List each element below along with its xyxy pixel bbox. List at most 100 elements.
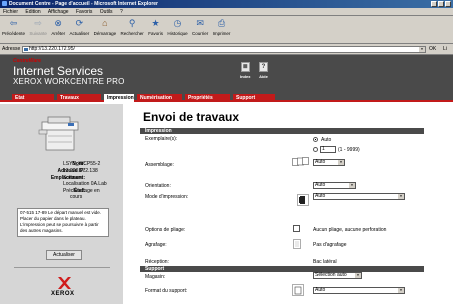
ip-value: 13.220.172.138 (63, 168, 98, 174)
refresh-browser-button[interactable]: ⟳ Actualiser (69, 18, 89, 36)
help-icon: ? (259, 62, 268, 72)
chevron-down-icon: ▼ (398, 288, 404, 293)
printer-image (38, 116, 79, 151)
sidebar: Nom: LSYS_WCP55-2 Adresse IP: 13.220.172… (0, 104, 123, 304)
stop-icon: ⊗ (54, 18, 62, 28)
copies-input[interactable]: 1 (320, 146, 336, 153)
chevron-down-icon: ▼ (349, 183, 355, 188)
status-message-box: 07-515 17-89 Le départ manuel est vide. … (17, 208, 109, 237)
mail-label: Courrier (192, 31, 209, 36)
printer-icon: ⎙ (217, 18, 226, 28)
search-label: Rechercher (120, 31, 144, 36)
product-title: Internet Services (13, 64, 104, 78)
address-dropdown-icon[interactable]: ▼ (419, 47, 425, 52)
copies-number-radio[interactable] (313, 147, 318, 152)
address-label: Adresse (2, 46, 21, 52)
mail-button[interactable]: ✉ Courrier (192, 18, 208, 36)
collation-label: Assemblage: (145, 162, 174, 168)
main-content: Envoi de travaux Impression Exemplaire(s… (140, 104, 453, 304)
xerox-wordmark: XEROX (51, 291, 75, 297)
ie-icon (2, 1, 7, 6)
media-size-select[interactable]: Auto ▼ (313, 287, 405, 294)
location-value-2: Localisation 0A.Lab (63, 181, 107, 187)
tray-value: Sélection auto (315, 272, 347, 278)
close-button[interactable] (445, 1, 451, 7)
state-value-2: cours (70, 194, 83, 200)
menu-help[interactable]: ? (120, 9, 123, 15)
media-size-label: Format du support: (145, 288, 188, 294)
back-button[interactable]: ⇦ Précédente (2, 18, 25, 36)
copies-range: (1 - 9999) (338, 147, 360, 153)
menu-bar: Fichier Edition Affichage Favoris Outils… (0, 8, 453, 16)
tab-bar: Etat Travaux Impression Numérisation Pro… (0, 92, 453, 102)
go-button[interactable]: OK (429, 44, 436, 55)
collation-value: Auto (315, 159, 326, 165)
search-button[interactable]: ⚲ Rechercher (121, 18, 144, 36)
orientation-label: Orientation: (145, 183, 171, 189)
refresh-icon: ⟳ (75, 18, 84, 28)
back-label: Précédente (2, 31, 26, 36)
stapling-label: Agrafage: (145, 242, 167, 248)
media-size-icon (292, 284, 304, 296)
index-link[interactable]: ≣ Index (240, 62, 250, 79)
tab-numerisation[interactable]: Numérisation (137, 94, 182, 102)
xerox-x-logo-icon (58, 277, 71, 289)
menu-edition[interactable]: Edition (25, 9, 40, 15)
forward-label: Suivante (29, 31, 47, 36)
folding-option-box[interactable] (293, 225, 300, 232)
tab-travaux[interactable]: Travaux (57, 94, 101, 102)
links-button[interactable]: Li (443, 44, 447, 55)
folding-value: Aucun pliage, aucune perforation (313, 227, 387, 233)
forward-button[interactable]: ⇨ Suivante (29, 18, 47, 36)
stapling-icon (293, 239, 301, 249)
history-icon: ◷ (173, 18, 182, 28)
home-label: Démarrage (93, 31, 117, 36)
tab-etat[interactable]: Etat (12, 94, 54, 102)
tab-impression[interactable]: Impression (104, 94, 134, 102)
orientation-select[interactable]: Auto ▼ (313, 182, 356, 189)
tray-label: Magasin: (145, 274, 166, 280)
tab-support[interactable]: Support (233, 94, 275, 102)
help-label: Aide (259, 74, 268, 79)
page-title: Envoi de travaux (143, 110, 240, 124)
minimize-button[interactable] (431, 1, 437, 7)
media-size-value: Auto (315, 287, 326, 293)
menu-fichier[interactable]: Fichier (3, 9, 18, 15)
stop-button[interactable]: ⊗ Arrêter (51, 18, 65, 36)
model-name: XEROX WORKCENTRE PRO (13, 77, 125, 86)
print-mode-select[interactable]: Auto ▼ (313, 193, 405, 200)
actualiser-button[interactable]: Actualiser (46, 250, 82, 260)
window-titlebar: Document Centre - Page d'accueil - Micro… (0, 0, 453, 8)
favorites-button[interactable]: ★ Favoris (148, 18, 163, 36)
collation-icon (292, 157, 309, 166)
print-button[interactable]: ⎙ Imprimer (213, 18, 231, 36)
receipt-label: Réception: (145, 259, 169, 265)
collation-select[interactable]: Auto ▼ (313, 159, 345, 166)
history-label: Historique (167, 31, 188, 36)
search-icon: ⚲ (128, 18, 136, 28)
address-url: http://13.220.172.95/ (29, 46, 75, 52)
help-link[interactable]: ? Aide (259, 62, 268, 79)
print-mode-icon (297, 194, 309, 206)
folding-label: Options de pliage: (145, 227, 186, 233)
print-label: Imprimer (212, 31, 231, 36)
tab-proprietes[interactable]: Propriétés (185, 94, 230, 102)
print-mode-value: Auto (315, 193, 326, 199)
copies-auto-label: Auto (321, 137, 332, 143)
menu-favoris[interactable]: Favoris (76, 9, 92, 15)
name-value: LSYS_WCP55-2 (63, 161, 101, 167)
mail-icon: ✉ (196, 18, 204, 28)
stop-label: Arrêter (51, 31, 66, 36)
chevron-down-icon: ▼ (398, 194, 404, 199)
page-icon (24, 48, 28, 51)
print-mode-label: Mode d'impression: (145, 194, 189, 200)
menu-outils[interactable]: Outils (100, 9, 113, 15)
address-input[interactable]: http://13.220.172.95/ ▼ (22, 46, 426, 53)
forward-arrow-icon: ⇨ (34, 18, 42, 28)
history-button[interactable]: ◷ Historique (167, 18, 187, 36)
maximize-button[interactable] (438, 1, 444, 7)
menu-affichage[interactable]: Affichage (48, 9, 69, 15)
copies-auto-radio[interactable] (313, 137, 318, 142)
tray-select[interactable]: Sélection auto ▼ (313, 272, 362, 279)
home-button[interactable]: ⌂ Démarrage (94, 18, 117, 36)
